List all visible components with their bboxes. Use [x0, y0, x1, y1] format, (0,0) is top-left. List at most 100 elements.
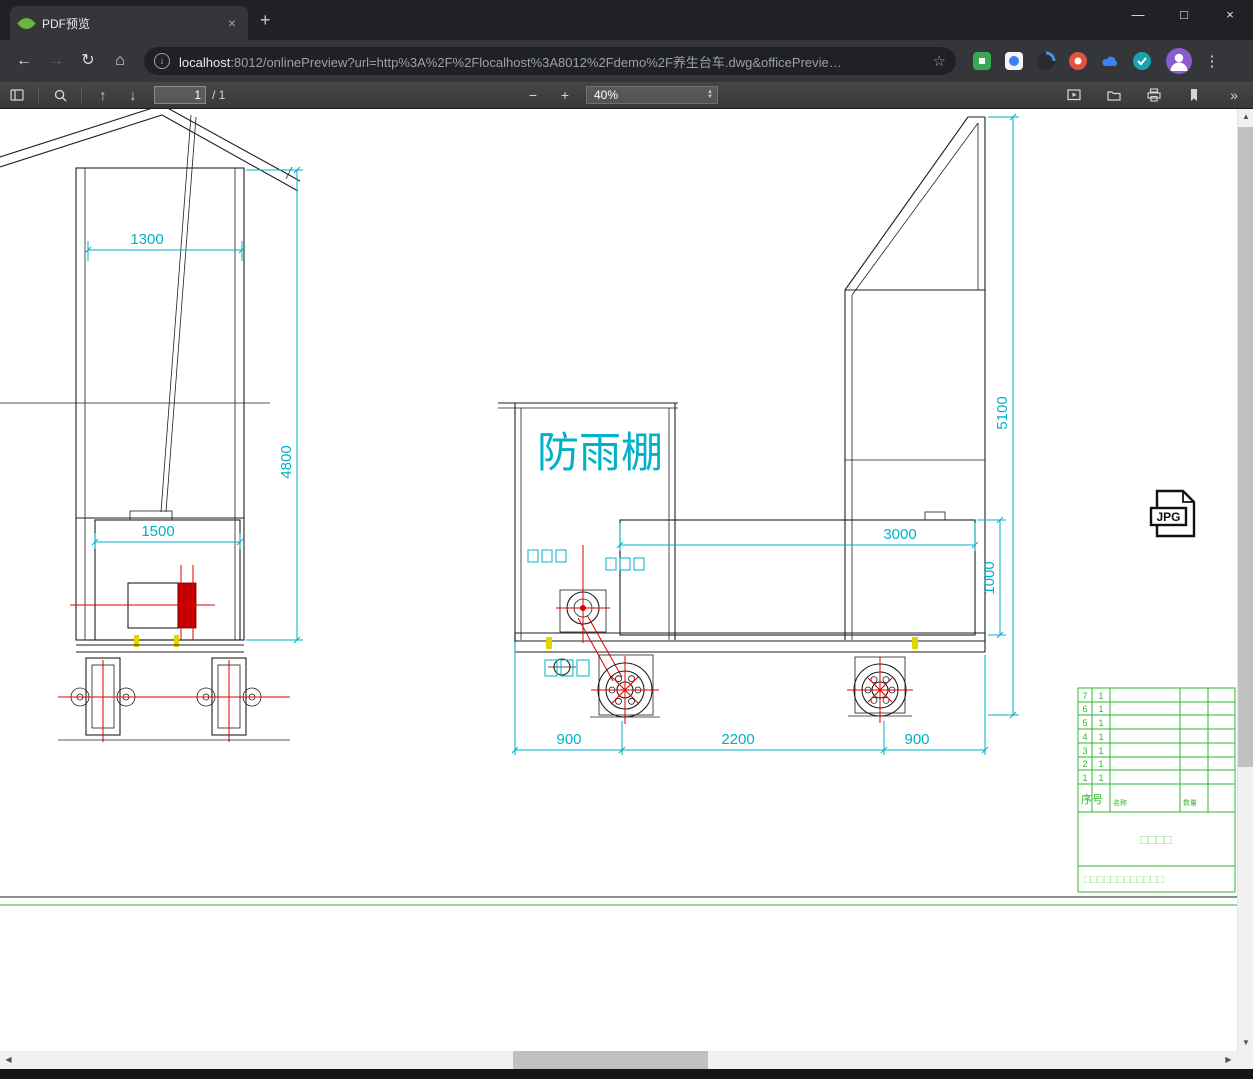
previous-page-icon[interactable]: ↑	[92, 84, 114, 106]
cad-detail-boxes	[527, 549, 645, 677]
extensions-bar	[972, 51, 1152, 71]
bom-row-qty: 1	[1098, 691, 1103, 701]
extension-icon-3[interactable]	[1036, 51, 1056, 71]
dim-label-900-left: 900	[556, 731, 581, 748]
toolbar-separator	[38, 87, 39, 103]
title-block-bottom-text: □□□□□□□□□□□□	[1084, 874, 1164, 886]
address-bar[interactable]: i localhost:8012/onlinePreview?url=http%…	[144, 47, 956, 75]
dim-label-1500: 1500	[141, 523, 174, 540]
bom-row-qty: 1	[1098, 773, 1103, 783]
reload-icon[interactable]: ↻	[74, 47, 102, 75]
horizontal-scrollbar[interactable]: ◀ ▶	[0, 1051, 1253, 1069]
bom-row-no: 2	[1082, 759, 1087, 769]
browser-tab[interactable]: PDF预览 ×	[10, 6, 248, 40]
tab-title: PDF预览	[42, 16, 91, 31]
scroll-up-icon[interactable]: ▲	[1238, 109, 1253, 125]
cad-front-view: 1300 4800 1500	[0, 109, 303, 742]
bookmark-star-icon[interactable]: ☆	[933, 52, 946, 70]
dim-label-1000: 1000	[981, 561, 998, 594]
bom-row-qty: 1	[1098, 718, 1103, 728]
new-tab-button[interactable]: +	[260, 10, 271, 30]
toolbar-separator	[81, 87, 82, 103]
window-minimize-button[interactable]: —	[1115, 0, 1161, 32]
rain-shelter-label: 防雨棚	[537, 429, 663, 476]
zoom-out-icon[interactable]: −	[522, 84, 544, 106]
jpg-label: JPG	[1156, 510, 1180, 524]
horizontal-scroll-thumb[interactable]	[513, 1051, 708, 1069]
pdf-viewport: 1300 4800 1500 防雨棚 5100 3000 1000 900 22…	[0, 109, 1253, 1051]
extension-icon-1[interactable]	[972, 51, 992, 71]
bom-row-no: 5	[1082, 718, 1087, 728]
window-bottom-edge	[0, 1069, 1253, 1079]
bom-row-no: 6	[1082, 704, 1087, 714]
print-icon[interactable]	[1143, 84, 1165, 106]
url-host: localhost	[179, 54, 231, 70]
dim-label-5100: 5100	[994, 396, 1011, 429]
vertical-scroll-thumb[interactable]	[1238, 127, 1253, 767]
window-controls: — □ ×	[1115, 0, 1253, 32]
page-count-label: / 1	[212, 88, 226, 102]
window-close-button[interactable]: ×	[1207, 0, 1253, 32]
search-icon[interactable]	[49, 84, 71, 106]
extension-icon-5[interactable]	[1100, 51, 1120, 71]
browser-menu-icon[interactable]: ⋮	[1204, 52, 1220, 70]
page-number-input[interactable]	[154, 86, 206, 104]
person-icon	[1170, 53, 1188, 71]
leaf-favicon-icon	[17, 13, 36, 33]
extension-icon-6[interactable]	[1132, 51, 1152, 71]
window-titlebar: PDF预览 × + — □ ×	[0, 0, 1253, 40]
scroll-left-icon[interactable]: ◀	[0, 1051, 17, 1069]
bom-row-no: 4	[1082, 732, 1087, 742]
extension-icon-2[interactable]	[1004, 51, 1024, 71]
dim-label-2200: 2200	[721, 731, 754, 748]
bom-header-qty: 数量	[1183, 798, 1197, 807]
url-path: :8012/onlinePreview?url=http%3A%2F%2Floc…	[230, 54, 842, 70]
bom-row-no: 7	[1082, 691, 1087, 701]
bom-row-no: 3	[1082, 746, 1087, 756]
home-icon[interactable]: ⌂	[106, 47, 134, 75]
forward-icon[interactable]: →	[42, 47, 70, 75]
pdf-toolbar: ↑ ↓ / 1 − + 40% ▲▼ »	[0, 82, 1253, 109]
bom-row-qty: 1	[1098, 759, 1103, 769]
page-info-icon[interactable]: i	[154, 53, 170, 69]
open-file-icon[interactable]	[1103, 84, 1125, 106]
profile-avatar[interactable]	[1166, 48, 1192, 74]
bom-row-qty: 1	[1098, 704, 1103, 714]
pdf-toolbar-center: − + 40% ▲ ▼	[522, 82, 718, 108]
dim-label-3000: 3000	[883, 526, 916, 543]
dim-label-900-right: 900	[904, 731, 929, 748]
zoom-select[interactable]: 40% ▲ ▼	[586, 86, 718, 104]
dim-label-1300: 1300	[130, 231, 163, 248]
bom-header-name: 名称	[1113, 798, 1127, 807]
bom-row-no: 1	[1082, 773, 1087, 783]
bookmark-icon[interactable]	[1183, 84, 1205, 106]
front-view-dimensions: 1300 4800 1500	[84, 166, 303, 644]
select-arrows-icon: ▲ ▼	[707, 89, 713, 100]
jpg-file-icon: JPG	[1149, 489, 1196, 538]
sidebar-toggle-icon[interactable]	[6, 84, 28, 106]
bom-header-no: 序号	[1081, 792, 1103, 806]
bom-row-qty: 1	[1098, 746, 1103, 756]
pdf-page: 1300 4800 1500 防雨棚 5100 3000 1000 900 22…	[0, 109, 1237, 906]
scroll-down-icon[interactable]: ▼	[1238, 1035, 1253, 1051]
back-icon[interactable]: ←	[10, 47, 38, 75]
extension-icon-4[interactable]	[1068, 51, 1088, 71]
url-text: localhost:8012/onlinePreview?url=http%3A…	[179, 52, 927, 71]
zoom-value: 40%	[594, 88, 619, 102]
title-block: 7 6 5 4 3 2 1 1 1 1 1 1 1 1 序号 名称 数量 □□□…	[1077, 687, 1236, 893]
more-tools-icon[interactable]: »	[1223, 84, 1245, 106]
title-block-mid-text: □□□□	[1140, 832, 1172, 847]
cad-side-view: 防雨棚 5100 3000 1000 900 2200 900	[498, 113, 1019, 755]
bom-row-qty: 1	[1098, 732, 1103, 742]
window-maximize-button[interactable]: □	[1161, 0, 1207, 32]
zoom-in-icon[interactable]: +	[554, 84, 576, 106]
next-page-icon[interactable]: ↓	[122, 84, 144, 106]
tab-close-icon[interactable]: ×	[226, 15, 238, 31]
vertical-scrollbar[interactable]: ▲ ▼	[1237, 109, 1253, 1051]
scroll-right-icon[interactable]: ▶	[1220, 1051, 1237, 1069]
pdf-toolbar-left: ↑ ↓ / 1	[6, 82, 225, 108]
presentation-mode-icon[interactable]	[1063, 84, 1085, 106]
dim-label-4800: 4800	[278, 445, 295, 478]
pdf-toolbar-right: »	[1063, 82, 1245, 108]
browser-navbar: ← → ↻ ⌂ i localhost:8012/onlinePreview?u…	[0, 40, 1253, 82]
